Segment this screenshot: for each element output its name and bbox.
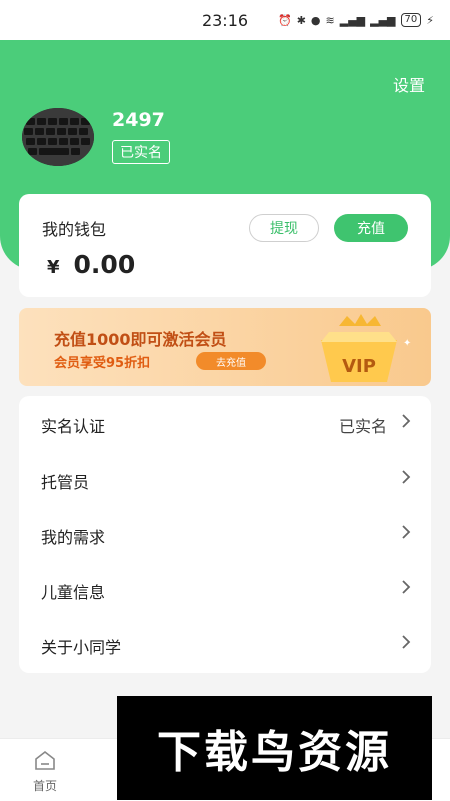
home-icon [35,750,55,770]
alarm-icon: ⏰ [278,13,292,27]
verified-badge: 已实名 [112,140,170,164]
wallet-title: 我的钱包 [42,220,107,239]
battery-icon: 70 [400,13,422,27]
signal-icon: ▂▄▆ [339,13,366,27]
wallet-card: 我的钱包 ¥0.00 提现 充值 [19,194,431,297]
vip-banner-subtitle: 会员享受95折扣 [54,356,151,371]
settings-button[interactable]: 设置 [393,72,425,96]
menu-item-my-requests[interactable]: 我的需求 [19,507,431,562]
menu-item-label: 我的需求 [41,528,106,547]
menu-item-label: 托管员 [41,473,90,492]
chevron-right-icon [402,635,411,649]
menu-item-custodian[interactable]: 托管员 [19,452,431,507]
tab-home[interactable]: 首页 [22,749,68,794]
currency-symbol: ¥ [47,257,60,278]
avatar-keyboard-image [22,108,94,166]
vip-crown-icon: VIP ✦ [321,314,411,382]
wifi-icon: ≋ [325,13,335,27]
charging-icon: ⚡ [426,13,434,27]
username: 2497 [112,109,165,131]
avatar[interactable] [22,108,94,166]
watermark-overlay: 下载鸟资源 [117,696,432,800]
recharge-button[interactable]: 充值 [334,214,408,242]
signal-icon-2: ▂▄▆ [370,13,396,27]
withdraw-button[interactable]: 提现 [249,214,319,242]
chevron-right-icon [402,525,411,539]
vip-banner-title: 充值1000即可激活会员 [54,330,227,349]
chevron-right-icon [402,470,411,484]
menu-item-value: 已实名 [338,417,387,436]
menu-item-about[interactable]: 关于小同学 [19,617,431,672]
vip-banner[interactable]: 充值1000即可激活会员 会员享受95折扣 去充值 VIP ✦ [19,308,431,386]
menu-item-real-name-auth[interactable]: 实名认证 已实名 [19,396,431,451]
go-recharge-button[interactable]: 去充值 [196,352,266,370]
status-icons: ⏰ ✱ ● ≋ ▂▄▆ ▂▄▆ 70 ⚡ [278,13,434,27]
balance-value: 0.00 [73,250,136,279]
chevron-right-icon [402,414,411,428]
status-bar: 23:16 ⏰ ✱ ● ≋ ▂▄▆ ▂▄▆ 70 ⚡ [0,0,450,40]
menu-item-label: 关于小同学 [41,638,122,657]
wallet-balance: ¥0.00 [47,250,135,279]
chevron-right-icon [402,580,411,594]
location-icon: ● [310,13,321,27]
menu-item-child-info[interactable]: 儿童信息 [19,562,431,617]
menu-item-label: 儿童信息 [41,583,106,602]
settings-menu: 实名认证 已实名 托管员 我的需求 儿童信息 关于小同学 [19,396,431,673]
menu-item-label: 实名认证 [41,417,106,436]
svg-text:✦: ✦ [403,338,411,349]
tab-home-label: 首页 [32,779,57,793]
vip-badge-text: VIP [342,356,376,377]
bluetooth-icon: ✱ [296,13,306,27]
watermark-text: 下载鸟资源 [157,727,392,778]
